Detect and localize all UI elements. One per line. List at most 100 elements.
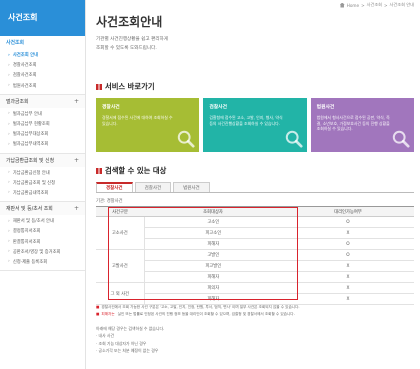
card-desc: 경찰서에 접수된 사건에 대하여 조회하실 수 있습니다.	[102, 115, 173, 126]
chevron-right-icon: ›	[8, 180, 10, 186]
chevron-right-icon: ›	[8, 83, 10, 89]
sidebar-title: 사건조회	[0, 0, 85, 36]
table-row: 그 외 사건 피의자 X	[96, 282, 414, 305]
sidebar-item-label: 벌과금납부대상조회	[12, 132, 49, 138]
note-line: ■ 피해자는 실인 또는 법률로 인정된 사건의 진행 정보 등을 대리인이 조…	[96, 311, 414, 318]
proxy-cell: X	[282, 293, 414, 305]
service-card-prosecution[interactable]: 검찰사건 검찰청에 접수된 고소, 고발, 인지, 형사, 약식 등의 사건진행…	[203, 98, 307, 152]
sidebar-item-label: 가납금환급조회 및 신청	[12, 180, 56, 186]
sidebar-item[interactable]: › 재판서 및 등/초서 안내	[0, 216, 85, 226]
intro-line: 기관별 사건진행상황을 쉽고 편리하게	[96, 37, 169, 42]
breadcrumb-current: 사건조회 안내	[389, 2, 414, 7]
note-text: 실인 또는 법률로 인정된 사건의 진행 정보 등을 대리인이 조회할 수 있으…	[117, 311, 295, 316]
proxy-cell: O	[282, 238, 414, 250]
chevron-right-icon: ›	[8, 259, 10, 265]
sidebar-group-label: 사건조회	[6, 40, 24, 46]
chevron-right-icon: ›	[8, 62, 10, 68]
sidebar-group-case: 사건조회 › 사건조회 안내 › 경찰사건조회 › 검찰사건조회 › 법원사건조회	[0, 36, 85, 95]
search-icon	[285, 130, 303, 148]
table-row: 고소사건 고소인 O	[96, 216, 414, 250]
search-icon	[178, 130, 195, 148]
services-title: 서비스 바로가기	[105, 82, 155, 91]
section-bullet-icon	[96, 84, 102, 90]
plus-icon[interactable]: +	[74, 157, 79, 164]
sidebar-item[interactable]: › 공판조서/영장 및 증거조회	[0, 247, 85, 257]
card-title: 검찰사건	[209, 105, 227, 110]
sidebar-item[interactable]: › 벌과금납부 안내	[0, 109, 85, 119]
sidebar-item[interactable]: › 판결통지서조회	[0, 236, 85, 246]
main-content: Home > 사건조회 > 사건조회 안내 사건조회안내 기관별 사건진행상황을…	[92, 0, 416, 369]
sidebar-group-label: 재판서 및 등/초서 조회	[6, 206, 53, 213]
breadcrumb-section[interactable]: 사건조회	[367, 2, 382, 8]
sidebar-item[interactable]: › 결정통지서조회	[0, 226, 85, 236]
bullet-icon: ■	[96, 311, 100, 316]
sidebar-group-label: 벌과금조회	[6, 98, 29, 105]
sidebar-group-header[interactable]: 가납금환급조회 및 신청 +	[0, 153, 85, 167]
sidebar-group-header[interactable]: 재판서 및 등/초서 조회 +	[0, 202, 85, 216]
sidebar-item[interactable]: › 가납금환급내역조회	[0, 188, 85, 198]
case-type-cell: 그 외 사건	[96, 282, 145, 305]
sidebar-item-label: 벌과금납부 안내	[12, 111, 42, 117]
chevron-right-icon: ›	[8, 141, 10, 147]
target-cell: 피해자	[144, 271, 282, 283]
table-notes: ■ 경찰사건에서 조회 가능한 사건 구분은 '고소, 고발, 인지, 진정, …	[96, 304, 414, 317]
proxy-cell: O	[282, 249, 414, 261]
service-card-police[interactable]: 경찰사건 경찰서에 접수된 사건에 대하여 조회하실 수 있습니다.	[96, 98, 200, 152]
sidebar-item-label: 가납금환급내역조회	[12, 190, 49, 196]
table-header-row: 사건구분 조회대상자 대리인가능여부	[96, 206, 414, 217]
sidebar-item[interactable]: › 가납금환급조회 및 신청	[0, 178, 85, 188]
plus-icon[interactable]: +	[74, 98, 79, 105]
search-targets-title: 검색할 수 있는 대상	[105, 166, 167, 175]
target-cell: 고발인	[144, 249, 282, 261]
sidebar-item[interactable]: › 신청·제출 등록조회	[0, 257, 85, 267]
home-icon[interactable]	[339, 2, 345, 8]
sidebar: 사건조회 사건조회 › 사건조회 안내 › 경찰사건조회 › 검찰사건조회 › 법원사건…	[0, 0, 86, 369]
sidebar-item-label: 판결통지서조회	[12, 239, 41, 245]
search-target-table: 사건구분 조회대상자 대리인가능여부 고소사건 고소인 O 피고소인 X 피해자…	[96, 206, 414, 305]
plus-icon[interactable]: +	[74, 205, 79, 212]
chevron-right-icon: ›	[8, 239, 10, 245]
table-row: 피고발인 X	[96, 260, 414, 272]
proxy-cell: X	[282, 260, 414, 272]
chevron-right-icon: ›	[8, 72, 10, 78]
table-caption: 기관: 경찰사건	[96, 199, 123, 204]
target-cell: 피의자	[144, 282, 282, 294]
tab-divider	[96, 192, 414, 193]
sidebar-group-label: 가납금환급조회 및 신청	[6, 157, 55, 164]
table-row: 피해자 X	[96, 293, 414, 305]
sidebar-item[interactable]: › 가납금환급신청 안내	[0, 168, 85, 178]
sidebar-item-police-case[interactable]: › 경찰사건조회	[0, 60, 85, 70]
sidebar-item[interactable]: › 벌과금납부내역조회	[0, 139, 85, 149]
case-type-cell: 고소사건	[96, 216, 145, 250]
target-cell: 피해자	[144, 293, 282, 305]
sidebar-item-court-case[interactable]: › 법원사건조회	[0, 81, 85, 91]
table-row: 피고소인 X	[96, 227, 414, 239]
tab-court[interactable]: 법원사건	[173, 182, 210, 192]
header-case-type: 사건구분	[96, 206, 144, 217]
search-icon	[392, 130, 410, 148]
sidebar-item-label: 재판서 및 등/초서 안내	[12, 219, 54, 225]
exclusion-title: 아래에 해당 경우는 검색하실 수 없습니다.	[96, 326, 165, 331]
intro-line: 조회할 수 있도록 도와드립니다.	[96, 45, 157, 51]
sidebar-item-label: 사건조회 안내	[12, 53, 39, 59]
sidebar-item[interactable]: › 벌과금납부대상조회	[0, 129, 85, 139]
service-cards: 경찰사건 경찰서에 접수된 사건에 대하여 조회하실 수 있습니다. 검찰사건 …	[96, 98, 414, 152]
breadcrumb-home[interactable]: Home	[347, 3, 359, 8]
chevron-right-icon: ›	[8, 131, 10, 137]
tab-prosecution[interactable]: 검찰사건	[134, 182, 172, 192]
sidebar-group-refund: 가납금환급조회 및 신청 + › 가납금환급신청 안내 › 가납금환급조회 및 신청…	[0, 153, 85, 203]
card-desc: 검찰청에 접수된 고소, 고발, 인지, 형사, 약식 등의 사건진행상황을 조…	[209, 115, 283, 126]
services-heading: 서비스 바로가기	[96, 82, 155, 92]
page-intro: 기관별 사건진행상황을 쉽고 편리하게 조회할 수 있도록 도와드립니다.	[96, 36, 296, 53]
proxy-cell: X	[282, 271, 414, 283]
sidebar-item-case-guide[interactable]: › 사건조회 안내	[0, 50, 85, 60]
sidebar-group-header[interactable]: 사건조회	[0, 36, 85, 49]
search-targets-heading: 검색할 수 있는 대상	[96, 166, 166, 176]
sidebar-group-header[interactable]: 벌과금조회 +	[0, 94, 85, 108]
tab-police[interactable]: 경찰사건	[96, 182, 133, 192]
sidebar-item[interactable]: › 벌과금납부 현황조회	[0, 119, 85, 129]
sidebar-item-label: 결정통지서조회	[12, 229, 41, 235]
table-row: 피해자 O	[96, 238, 414, 250]
service-card-court[interactable]: 법원사건 법원에서 형사사건으로 접수된 공판, 약식, 즉결, 소년보호, 가…	[310, 98, 414, 152]
sidebar-item-prosecution-case[interactable]: › 검찰사건조회	[0, 70, 85, 80]
